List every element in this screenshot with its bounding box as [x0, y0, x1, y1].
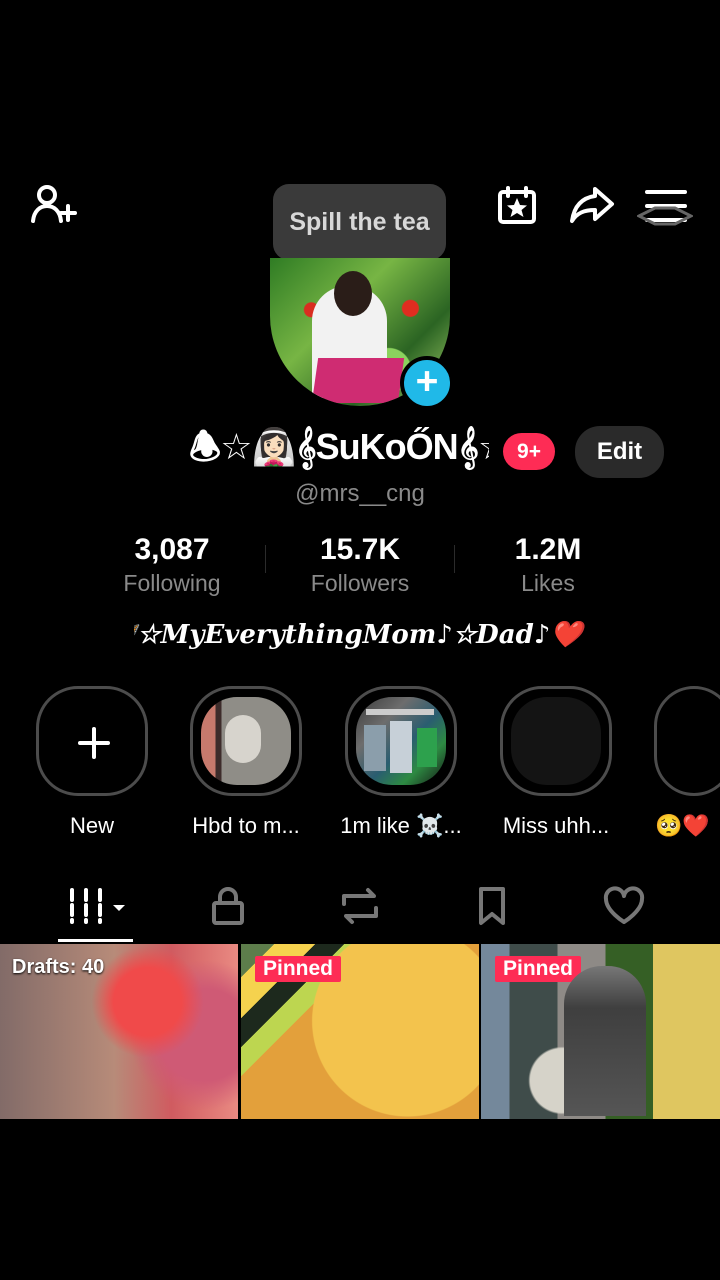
following-label: Following [123, 570, 221, 596]
highlight-label: 1m like ☠️... [340, 813, 462, 838]
pinned-badge: Pinned [495, 956, 582, 982]
followers-count: 15.7K [319, 533, 401, 566]
profile-bio: 🦋☆MyEverythingMom♪☆Dad♪❤️🌍 [134, 620, 586, 650]
likes-count: 1.2M [514, 533, 582, 566]
calendar-button[interactable] [493, 182, 541, 230]
tab-private[interactable] [193, 880, 263, 932]
add-story-button[interactable]: + [400, 356, 454, 410]
followers-stat[interactable]: 15.7K Followers [275, 531, 445, 597]
stat-divider [454, 545, 455, 573]
lock-icon [212, 887, 244, 925]
highlight-label: Miss uhh... [502, 813, 610, 838]
bookmark-icon [479, 887, 505, 925]
drafts-label: Drafts: 40 [12, 956, 105, 978]
pinned-video-thumbnail[interactable]: Pinned [241, 944, 479, 1119]
draft-video-thumbnail[interactable]: Drafts: 40 [0, 944, 238, 1119]
repost-icon [342, 888, 378, 924]
share-button[interactable] [567, 180, 617, 230]
add-user-icon [31, 185, 77, 223]
edit-profile-button[interactable]: Edit [575, 426, 664, 478]
following-count: 3,087 [134, 533, 210, 566]
tab-reposts[interactable] [325, 880, 395, 932]
likes-stat[interactable]: 1.2M Likes [463, 531, 633, 597]
notification-badge[interactable]: 9+ [503, 433, 555, 470]
videos-grid-icon [70, 888, 125, 924]
calendar-star-icon [498, 186, 536, 224]
tab-liked[interactable] [589, 880, 659, 932]
active-tab-indicator [58, 939, 133, 942]
username: @mrs__cng [295, 480, 425, 507]
highlight-partial[interactable] [654, 686, 720, 796]
menu-button[interactable] [637, 184, 693, 238]
tab-saved[interactable] [457, 880, 527, 932]
highlight-1m-like[interactable] [345, 686, 457, 796]
pinned-video-thumbnail[interactable]: Pinned [481, 944, 720, 1119]
add-user-button[interactable] [28, 180, 78, 230]
highlight-label: 🥺❤️ [655, 813, 710, 838]
highlight-label: New [69, 813, 114, 838]
heart-icon [603, 886, 645, 924]
highlight-hbd[interactable] [190, 686, 302, 796]
tooltip: Spill the tea [273, 184, 446, 260]
video-person [564, 966, 646, 1116]
tab-videos[interactable] [60, 880, 130, 932]
likes-label: Likes [521, 570, 575, 596]
highlight-miss-uhh[interactable] [500, 686, 612, 796]
stat-divider [265, 545, 266, 573]
new-highlight-button[interactable] [36, 686, 148, 796]
avatar-skirt [311, 358, 405, 403]
pinned-badge: Pinned [255, 956, 342, 982]
menu-icon [637, 190, 693, 226]
plus-icon [77, 726, 111, 760]
following-stat[interactable]: 3,087 Following [87, 531, 257, 597]
share-icon [570, 187, 614, 223]
highlight-label: Hbd to m... [192, 813, 300, 838]
followers-label: Followers [310, 570, 410, 596]
avatar-head [334, 271, 372, 316]
display-name: 🕭☆👰🏻‍♀️𝄞SuKoŐN𝄞☆🕭 [189, 425, 489, 467]
